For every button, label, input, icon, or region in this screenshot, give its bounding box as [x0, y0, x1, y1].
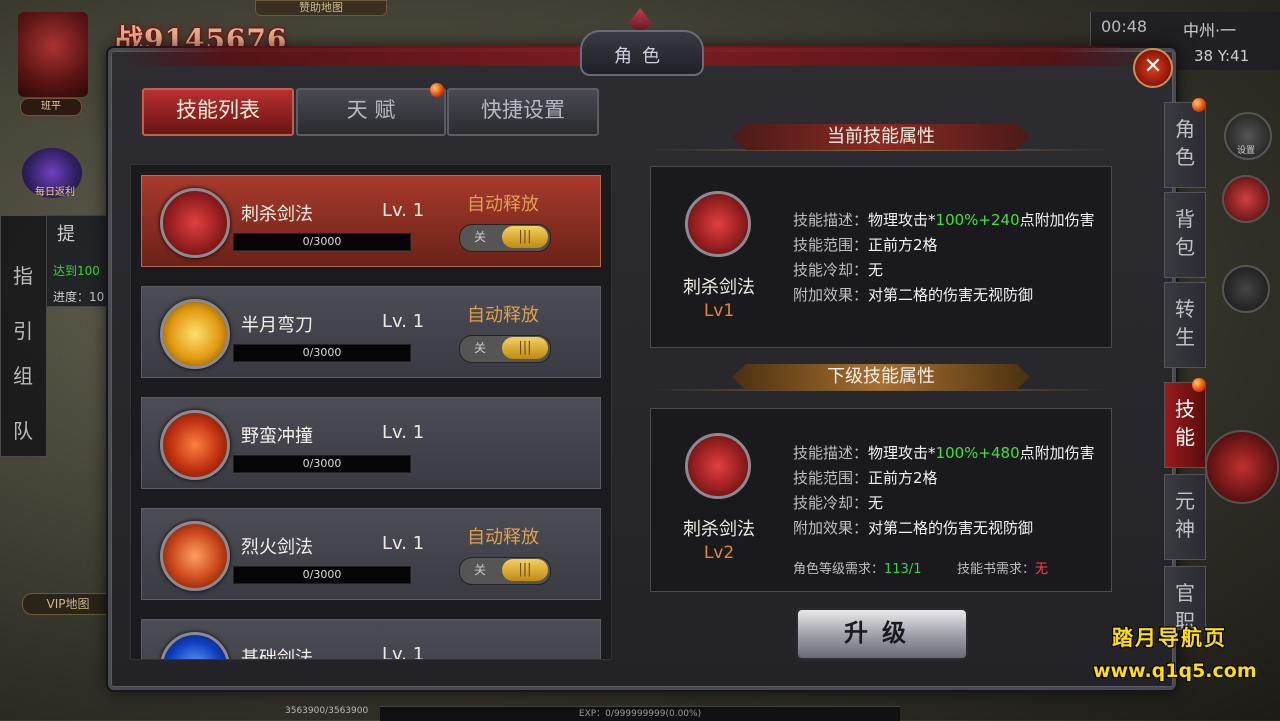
- skill-row-banyue[interactable]: 半月弯刀 Lv. 1 0/3000 自动释放 关 |||: [141, 286, 601, 378]
- auto-cast-label: 自动释放: [467, 194, 539, 215]
- prop-effect: 附加效果：对第二格的伤害无视防御: [793, 519, 1034, 537]
- skill-name: 野蛮冲撞: [241, 426, 313, 447]
- auto-cast-toggle[interactable]: 关 |||: [459, 557, 551, 585]
- dagger-icon: [685, 433, 751, 499]
- toggle-off-label: 关: [474, 230, 487, 244]
- prop-range: 技能范围：正前方2格: [793, 236, 938, 254]
- tab-talent[interactable]: 天 赋: [296, 88, 446, 136]
- side-tab-bag[interactable]: 背包: [1164, 192, 1206, 278]
- daily-rebate-label: 每日返利: [35, 187, 75, 198]
- next-skill-name: 刺杀剑法: [683, 519, 755, 540]
- skill-name: 烈火剑法: [241, 537, 313, 558]
- toggle-knob: |||: [502, 559, 548, 581]
- prop-description: 技能描述：物理攻击*100%+480点附加伤害: [793, 444, 1095, 462]
- next-skill-header: 下级技能属性: [732, 364, 1030, 390]
- prop-cooldown: 技能冷却：无: [793, 494, 884, 512]
- auto-cast-label: 自动释放: [467, 305, 539, 326]
- side-tab-skills[interactable]: 技能: [1164, 382, 1206, 468]
- left-tab-team-1[interactable]: 组: [7, 356, 39, 396]
- book-requirement: 技能书需求：无: [957, 562, 1049, 577]
- dagger-icon: [160, 188, 230, 258]
- quest-progress: 进度：10: [53, 290, 105, 304]
- close-button[interactable]: ✕: [1133, 48, 1173, 88]
- skill-row-jichu[interactable]: 基础剑法 Lv. 1: [141, 619, 601, 660]
- skill-name: 基础剑法: [241, 648, 313, 660]
- basic-sword-icon: [160, 632, 230, 659]
- level-requirement: 角色等级需求：113/1: [793, 562, 922, 577]
- exp-bar: EXP：0/999999999(0.00%): [380, 706, 900, 721]
- music-orb-icon[interactable]: [1222, 265, 1270, 313]
- charge-icon: [160, 410, 230, 480]
- skill-list[interactable]: 刺杀剑法 Lv. 1 0/3000 自动释放 关 ||| 半月弯刀 Lv. 1 …: [130, 164, 612, 660]
- skill-row-yeman[interactable]: 野蛮冲撞 Lv. 1 0/3000: [141, 397, 601, 489]
- left-tab-guide-2[interactable]: 引: [7, 311, 39, 351]
- character-notification-dot: [1192, 98, 1206, 112]
- toggle-knob: |||: [502, 226, 548, 248]
- fire-lion-icon: [160, 521, 230, 591]
- skill-level: Lv. 1: [382, 422, 425, 443]
- side-tab-official[interactable]: 官职: [1164, 566, 1206, 630]
- next-skill-level: Lv2: [703, 543, 735, 563]
- clock: 00:48: [1101, 17, 1148, 36]
- skill-level: Lv. 1: [382, 200, 425, 221]
- map-location: 中州·一: [1183, 21, 1237, 40]
- skill-row-liehuo[interactable]: 烈火剑法 Lv. 1 0/3000 自动释放 关 |||: [141, 508, 601, 600]
- auto-cast-toggle[interactable]: 关 |||: [459, 224, 551, 252]
- side-tab-rebirth[interactable]: 转生: [1164, 282, 1206, 368]
- skill-row-cisha[interactable]: 刺杀剑法 Lv. 1 0/3000 自动释放 关 |||: [141, 175, 601, 267]
- quest-objective: 达到100: [53, 264, 100, 278]
- upgrade-button[interactable]: 升级: [796, 608, 968, 660]
- left-tab-team-2[interactable]: 队: [7, 411, 39, 451]
- watermark-url: www.q1q5.com: [1093, 660, 1257, 682]
- player-name-tag: 班平: [20, 98, 82, 116]
- next-skill-box: 刺杀剑法 Lv2 技能描述：物理攻击*100%+480点附加伤害 技能范围：正前…: [650, 408, 1112, 592]
- watermark-site-name: 踏月导航页: [1112, 626, 1227, 650]
- skill-xp-bar: 0/3000: [233, 566, 411, 584]
- skills-notification-dot: [1192, 378, 1206, 392]
- current-skill-name: 刺杀剑法: [683, 277, 755, 298]
- settings-label: 设置: [1236, 146, 1255, 156]
- tab-skill-list[interactable]: 技能列表: [142, 88, 294, 136]
- talent-notification-dot: [430, 83, 444, 97]
- skill-level: Lv. 1: [382, 311, 425, 332]
- prop-cooldown: 技能冷却：无: [793, 261, 884, 279]
- hp-readout: 3563900/3563900: [285, 706, 369, 716]
- player-avatar[interactable]: [18, 12, 88, 97]
- crescent-blade-icon: [160, 299, 230, 369]
- side-tab-spirit[interactable]: 元神: [1164, 474, 1206, 560]
- skill-level: Lv. 1: [382, 644, 425, 660]
- prop-effect: 附加效果：对第二格的伤害无视防御: [793, 286, 1034, 304]
- map-coordinates: 38 Y:41: [1194, 47, 1250, 65]
- tab-quick-settings[interactable]: 快捷设置: [447, 88, 599, 136]
- auto-cast-toggle[interactable]: 关 |||: [459, 335, 551, 363]
- current-skill-header: 当前技能属性: [732, 124, 1030, 150]
- skill-level: Lv. 1: [382, 533, 425, 554]
- skill-xp-bar: 0/3000: [233, 344, 411, 362]
- shortcut-orb-icon[interactable]: [1222, 175, 1270, 223]
- skill-xp-bar: 0/3000: [233, 233, 411, 251]
- sponsor-map-label[interactable]: 赞助地图: [255, 0, 387, 16]
- toggle-off-label: 关: [474, 563, 487, 577]
- toggle-knob: |||: [502, 337, 548, 359]
- auto-cast-label: 自动释放: [467, 527, 539, 548]
- panel-title-plate: 角色: [580, 30, 704, 76]
- skill-name: 刺杀剑法: [241, 204, 313, 225]
- vip-map-button[interactable]: VIP地图: [22, 593, 114, 615]
- skill-xp-bar: 0/3000: [233, 455, 411, 473]
- current-skill-level: Lv1: [703, 301, 735, 321]
- dagger-icon: [685, 191, 751, 257]
- skill-name: 半月弯刀: [241, 315, 313, 336]
- prop-range: 技能范围：正前方2格: [793, 469, 938, 487]
- current-skill-box: 刺杀剑法 Lv1 技能描述：物理攻击*100%+240点附加伤害 技能范围：正前…: [650, 166, 1112, 348]
- toggle-off-label: 关: [474, 341, 487, 355]
- left-tab-guide-1[interactable]: 指: [7, 256, 39, 296]
- left-side-tabs: 指 引 组 队: [0, 215, 47, 457]
- side-tab-character[interactable]: 角色: [1164, 102, 1206, 188]
- panel-title: 角色: [614, 46, 670, 67]
- attack-skill-icon[interactable]: [1205, 430, 1279, 504]
- prop-description: 技能描述：物理攻击*100%+240点附加伤害: [793, 211, 1095, 229]
- quest-title: 提: [57, 224, 83, 245]
